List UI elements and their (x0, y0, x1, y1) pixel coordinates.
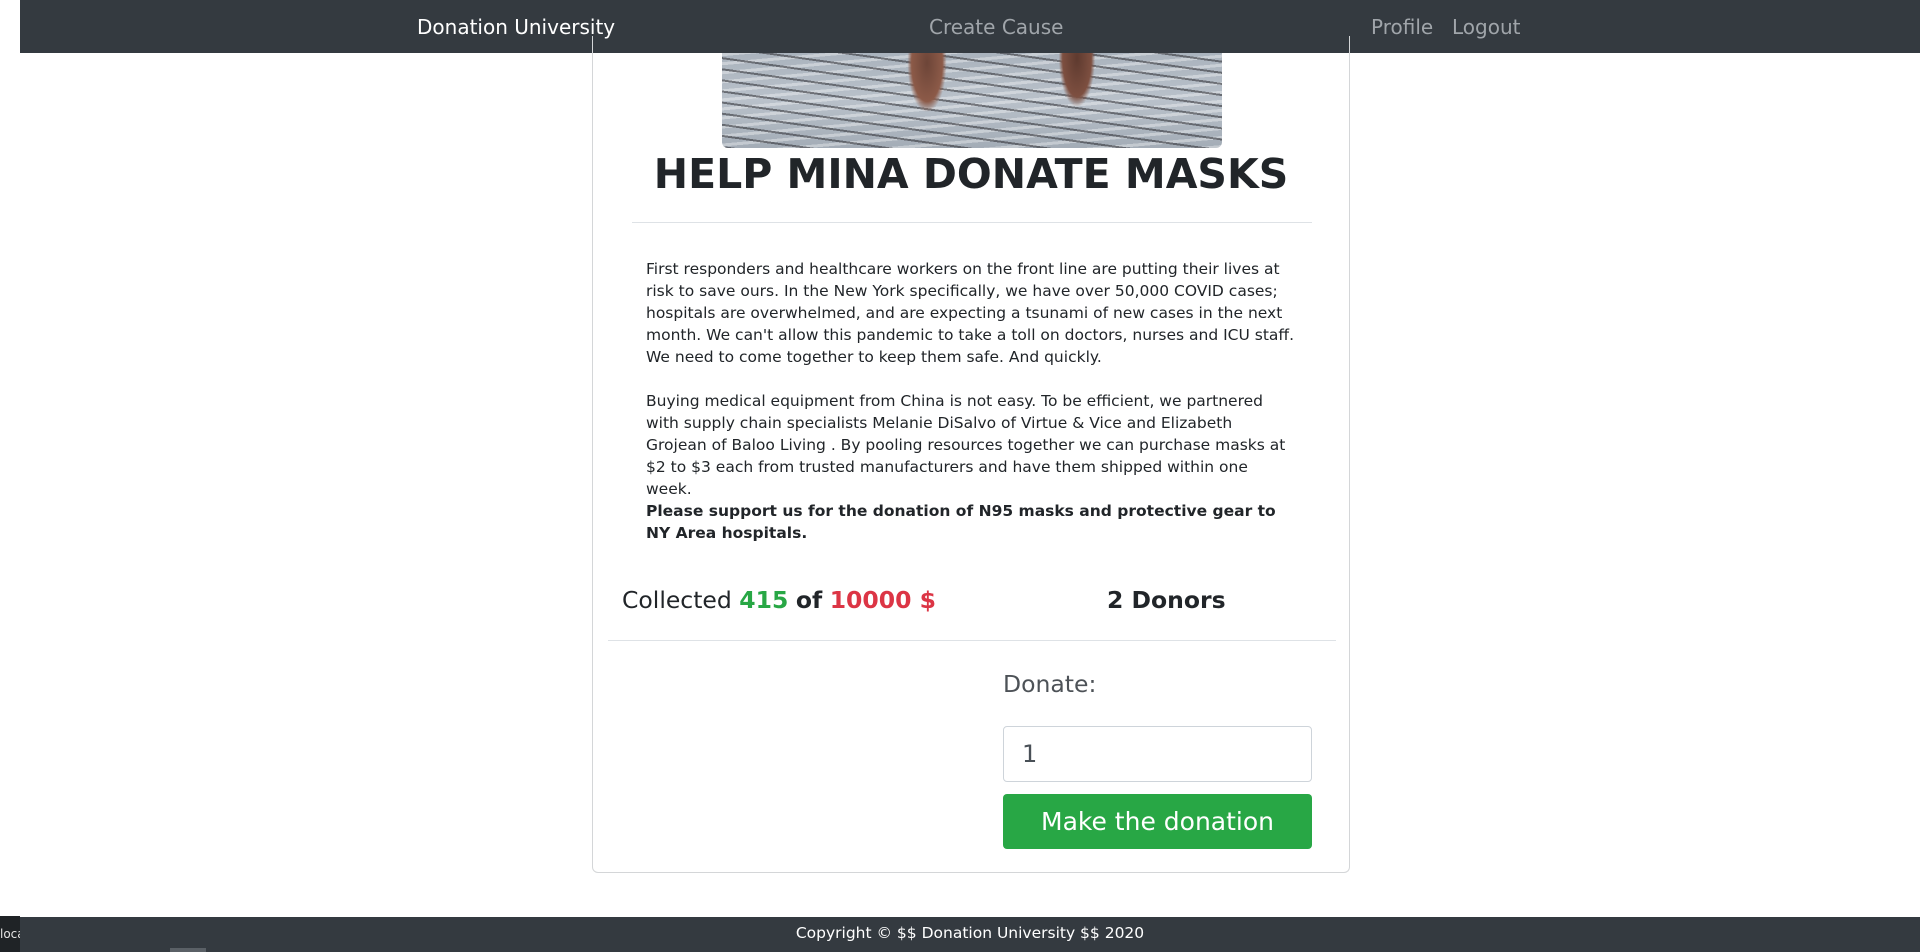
of-label: of (795, 586, 823, 614)
footer: Copyright © $$ Donation University $$ 20… (20, 917, 1920, 952)
stats-divider (608, 640, 1336, 641)
cause-title: HELP MINA DONATE MASKS (653, 150, 1289, 198)
profile-link[interactable]: Profile (1371, 15, 1433, 39)
donation-amount-input[interactable] (1003, 726, 1312, 782)
make-donation-button[interactable]: Make the donation (1003, 794, 1312, 849)
goal-amount: 10000 $ (829, 586, 936, 614)
status-bar-url: loca (0, 916, 20, 952)
collected-summary: Collected 415 of 10000 $ (622, 586, 936, 614)
horizontal-scrollbar[interactable] (170, 948, 206, 952)
donor-count: 2 Donors (1107, 586, 1226, 614)
collected-amount: 415 (739, 586, 789, 614)
title-divider (632, 222, 1312, 223)
cause-description-paragraph-1: First responders and healthcare workers … (646, 260, 1295, 366)
logout-link[interactable]: Logout (1452, 15, 1520, 39)
cause-description-paragraph-2: Buying medical equipment from China is n… (646, 392, 1286, 498)
cause-image (722, 53, 1222, 148)
brand-link[interactable]: Donation University (417, 15, 615, 39)
page-edge (0, 0, 20, 53)
donate-label: Donate: (1003, 670, 1097, 698)
copyright-text: Copyright © $$ Donation University $$ 20… (795, 924, 1145, 942)
cause-appeal: Please support us for the donation of N9… (646, 502, 1276, 542)
collected-label: Collected (622, 586, 732, 614)
